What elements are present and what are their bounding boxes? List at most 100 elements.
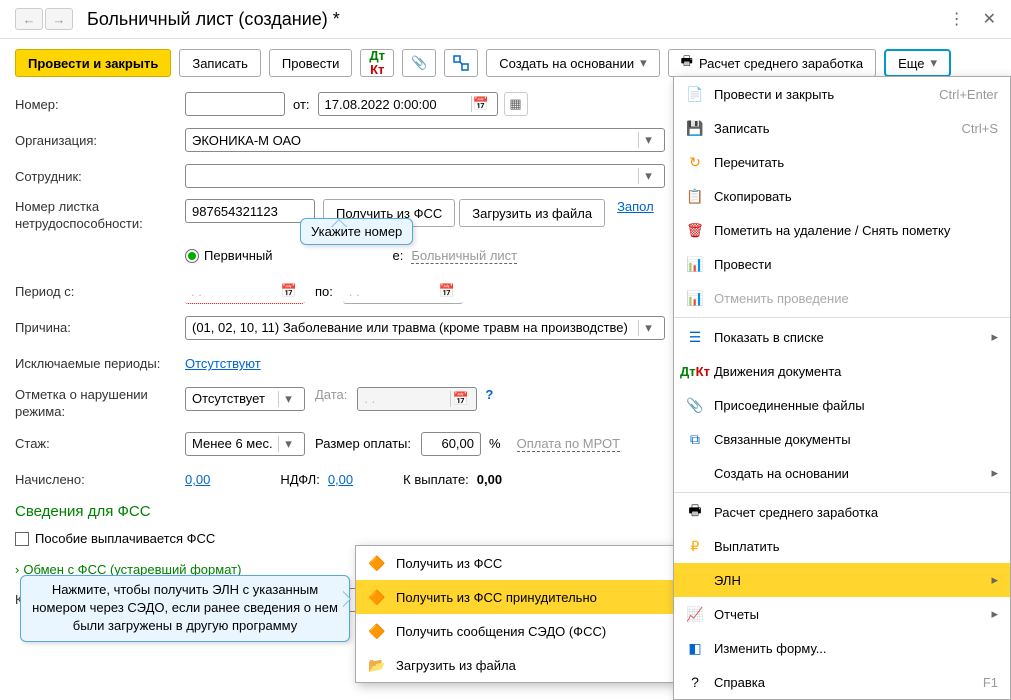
- menu-provesti-zakryt[interactable]: 📄 Провести и закрыть Ctrl+Enter: [674, 77, 1010, 111]
- menu-vyplatit[interactable]: ₽ Выплатить: [674, 529, 1010, 563]
- help-icon[interactable]: ?: [485, 387, 493, 402]
- calendar-icon[interactable]: 📅: [279, 283, 299, 300]
- ndfl-value[interactable]: 0,00: [328, 472, 353, 487]
- prichina-select[interactable]: (01, 02, 10, 11) Заболевание или травма …: [185, 316, 665, 340]
- menu-eln[interactable]: ЭЛН ▸: [674, 563, 1010, 597]
- radio-dot-icon: [185, 249, 199, 263]
- nachisleno-label: Начислено:: [15, 472, 185, 487]
- iskl-label: Исключаемые периоды:: [15, 356, 185, 371]
- raschet-button[interactable]: 🖶 Расчет среднего заработка: [668, 49, 876, 77]
- zagruzit-file-button[interactable]: Загрузить из файла: [459, 199, 605, 227]
- calendar-icon[interactable]: 📅: [437, 283, 457, 300]
- chevron-right-icon: ▸: [991, 465, 998, 481]
- oplata-mrot-link[interactable]: Оплата по МРОТ: [517, 436, 620, 452]
- tooltip-eln-hint: Нажмите, чтобы получить ЭЛН с указанным …: [20, 575, 350, 642]
- menu-otmenit: 📊 Отменить проведение: [674, 281, 1010, 315]
- period-from-input[interactable]: . . 📅: [185, 280, 305, 304]
- otmetka-label: Отметка о нарушении режима:: [15, 387, 185, 421]
- razmer-input[interactable]: [421, 432, 481, 456]
- chevron-right-icon: ›: [15, 562, 19, 577]
- menu-svyazannye[interactable]: ⧉ Связанные документы: [674, 422, 1010, 456]
- stazh-label: Стаж:: [15, 436, 185, 451]
- save-icon: 💾: [686, 119, 704, 137]
- posobie-fss-checkbox[interactable]: Пособие выплачивается ФСС: [15, 531, 215, 546]
- menu-izmenit-formu[interactable]: ◧ Изменить форму...: [674, 631, 1010, 665]
- nav-forward-button[interactable]: →: [45, 8, 73, 30]
- date-input[interactable]: 17.08.2022 0:00:00 📅: [318, 92, 498, 116]
- menu-spravka[interactable]: ? Справка F1: [674, 665, 1010, 699]
- sotrudnik-select[interactable]: ▾: [185, 164, 665, 188]
- kvyplate-value: 0,00: [477, 472, 502, 487]
- razmer-label: Размер оплаты:: [315, 436, 411, 451]
- eln-menu-zagruzit-file[interactable]: 📂 Загрузить из файла: [356, 648, 674, 682]
- zapolnit-link[interactable]: Запол: [617, 199, 654, 214]
- menu-pometit[interactable]: 🗑 Пометить на удаление / Снять пометку: [674, 213, 1010, 247]
- coin-icon: ₽: [686, 537, 704, 555]
- calendar-icon[interactable]: 📅: [471, 96, 491, 112]
- provesti-button[interactable]: Провести: [269, 49, 353, 77]
- nav-back-button[interactable]: ←: [15, 8, 43, 30]
- dtkt-button[interactable]: ДтКт: [360, 49, 394, 77]
- ot-label: от:: [293, 97, 310, 112]
- blank-icon: [686, 571, 704, 589]
- secondary-suffix: е:: [393, 248, 404, 263]
- dropdown-icon[interactable]: ▾: [278, 391, 298, 407]
- period-to-input[interactable]: . . 📅: [343, 280, 463, 304]
- menu-skopirovat[interactable]: 📋 Скопировать: [674, 179, 1010, 213]
- date-extra-icon[interactable]: ▦: [504, 92, 528, 116]
- period-label: Период с:: [15, 284, 185, 299]
- menu-zapisat[interactable]: 💾 Записать Ctrl+S: [674, 111, 1010, 145]
- report-icon: 📈: [686, 605, 704, 623]
- data-label: Дата:: [315, 387, 347, 402]
- doc-ok-icon: 📄: [686, 85, 704, 103]
- provesti-zakryt-button[interactable]: Провести и закрыть: [15, 49, 171, 77]
- sotrudnik-label: Сотрудник:: [15, 169, 185, 184]
- title-bar: ← → Больничный лист (создание) * ⋮ ✕: [0, 0, 1011, 39]
- nomer-input[interactable]: [185, 92, 285, 116]
- menu-perechitat[interactable]: ↻ Перечитать: [674, 145, 1010, 179]
- menu-dvizheniya[interactable]: ДтКт Движения документа: [674, 354, 1010, 388]
- fss-icon: 🔶: [368, 554, 386, 572]
- attach-button[interactable]: 📎: [402, 49, 436, 77]
- close-icon[interactable]: ✕: [983, 9, 996, 29]
- zapisat-button[interactable]: Записать: [179, 49, 261, 77]
- otmetka-select[interactable]: Отсутствует ▾: [185, 387, 305, 411]
- percent-label: %: [489, 436, 501, 451]
- org-label: Организация:: [15, 133, 185, 148]
- kvyplate-label: К выплате:: [403, 472, 469, 487]
- menu-provesti[interactable]: 📊 Провести: [674, 247, 1010, 281]
- links-button[interactable]: [444, 49, 478, 77]
- help-icon: ?: [686, 673, 704, 691]
- prichina-label: Причина:: [15, 320, 185, 335]
- more-button[interactable]: Еще ▾: [884, 49, 951, 77]
- blank-icon: [686, 464, 704, 482]
- bolnichny-link[interactable]: Больничный лист: [411, 248, 517, 264]
- cancel-process-icon: 📊: [686, 289, 704, 307]
- dropdown-icon[interactable]: ▾: [638, 168, 658, 184]
- attach-icon: 📎: [686, 396, 704, 414]
- menu-sozdat[interactable]: Создать на основании ▸: [674, 456, 1010, 490]
- eln-menu-poluchit-sedo[interactable]: 🔶 Получить сообщения СЭДО (ФСС): [356, 614, 674, 648]
- checkbox-icon: [15, 532, 29, 546]
- primary-radio[interactable]: Первичный: [185, 248, 273, 263]
- stazh-select[interactable]: Менее 6 мес. ▾: [185, 432, 305, 456]
- menu-raschet[interactable]: 🖶 Расчет среднего заработка: [674, 495, 1010, 529]
- menu-icon[interactable]: ⋮: [949, 9, 965, 29]
- iskl-link[interactable]: Отсутствуют: [185, 356, 261, 371]
- menu-otchety[interactable]: 📈 Отчеты ▸: [674, 597, 1010, 631]
- listok-label: Номер листка нетрудоспособности:: [15, 199, 185, 233]
- dtkt-icon: ДтКт: [686, 362, 704, 380]
- dropdown-icon[interactable]: ▾: [638, 320, 658, 336]
- org-select[interactable]: ЭКОНИКА-М ОАО ▾: [185, 128, 665, 152]
- menu-prisoed[interactable]: 📎 Присоединенные файлы: [674, 388, 1010, 422]
- eln-menu-poluchit-fss-prinud[interactable]: 🔶 Получить из ФСС принудительно: [356, 580, 674, 614]
- delete-mark-icon: 🗑: [686, 221, 704, 239]
- dropdown-icon[interactable]: ▾: [638, 132, 658, 148]
- dropdown-icon[interactable]: ▾: [278, 436, 298, 452]
- page-title: Больничный лист (создание) *: [87, 9, 340, 30]
- menu-pokazat[interactable]: ☰ Показать в списке ▸: [674, 320, 1010, 354]
- eln-menu-poluchit-fss[interactable]: 🔶 Получить из ФСС: [356, 546, 674, 580]
- listok-input[interactable]: [185, 199, 315, 223]
- sozdat-na-osnovanii-button[interactable]: Создать на основании ▾: [486, 49, 659, 77]
- nachisleno-value[interactable]: 0,00: [185, 472, 210, 487]
